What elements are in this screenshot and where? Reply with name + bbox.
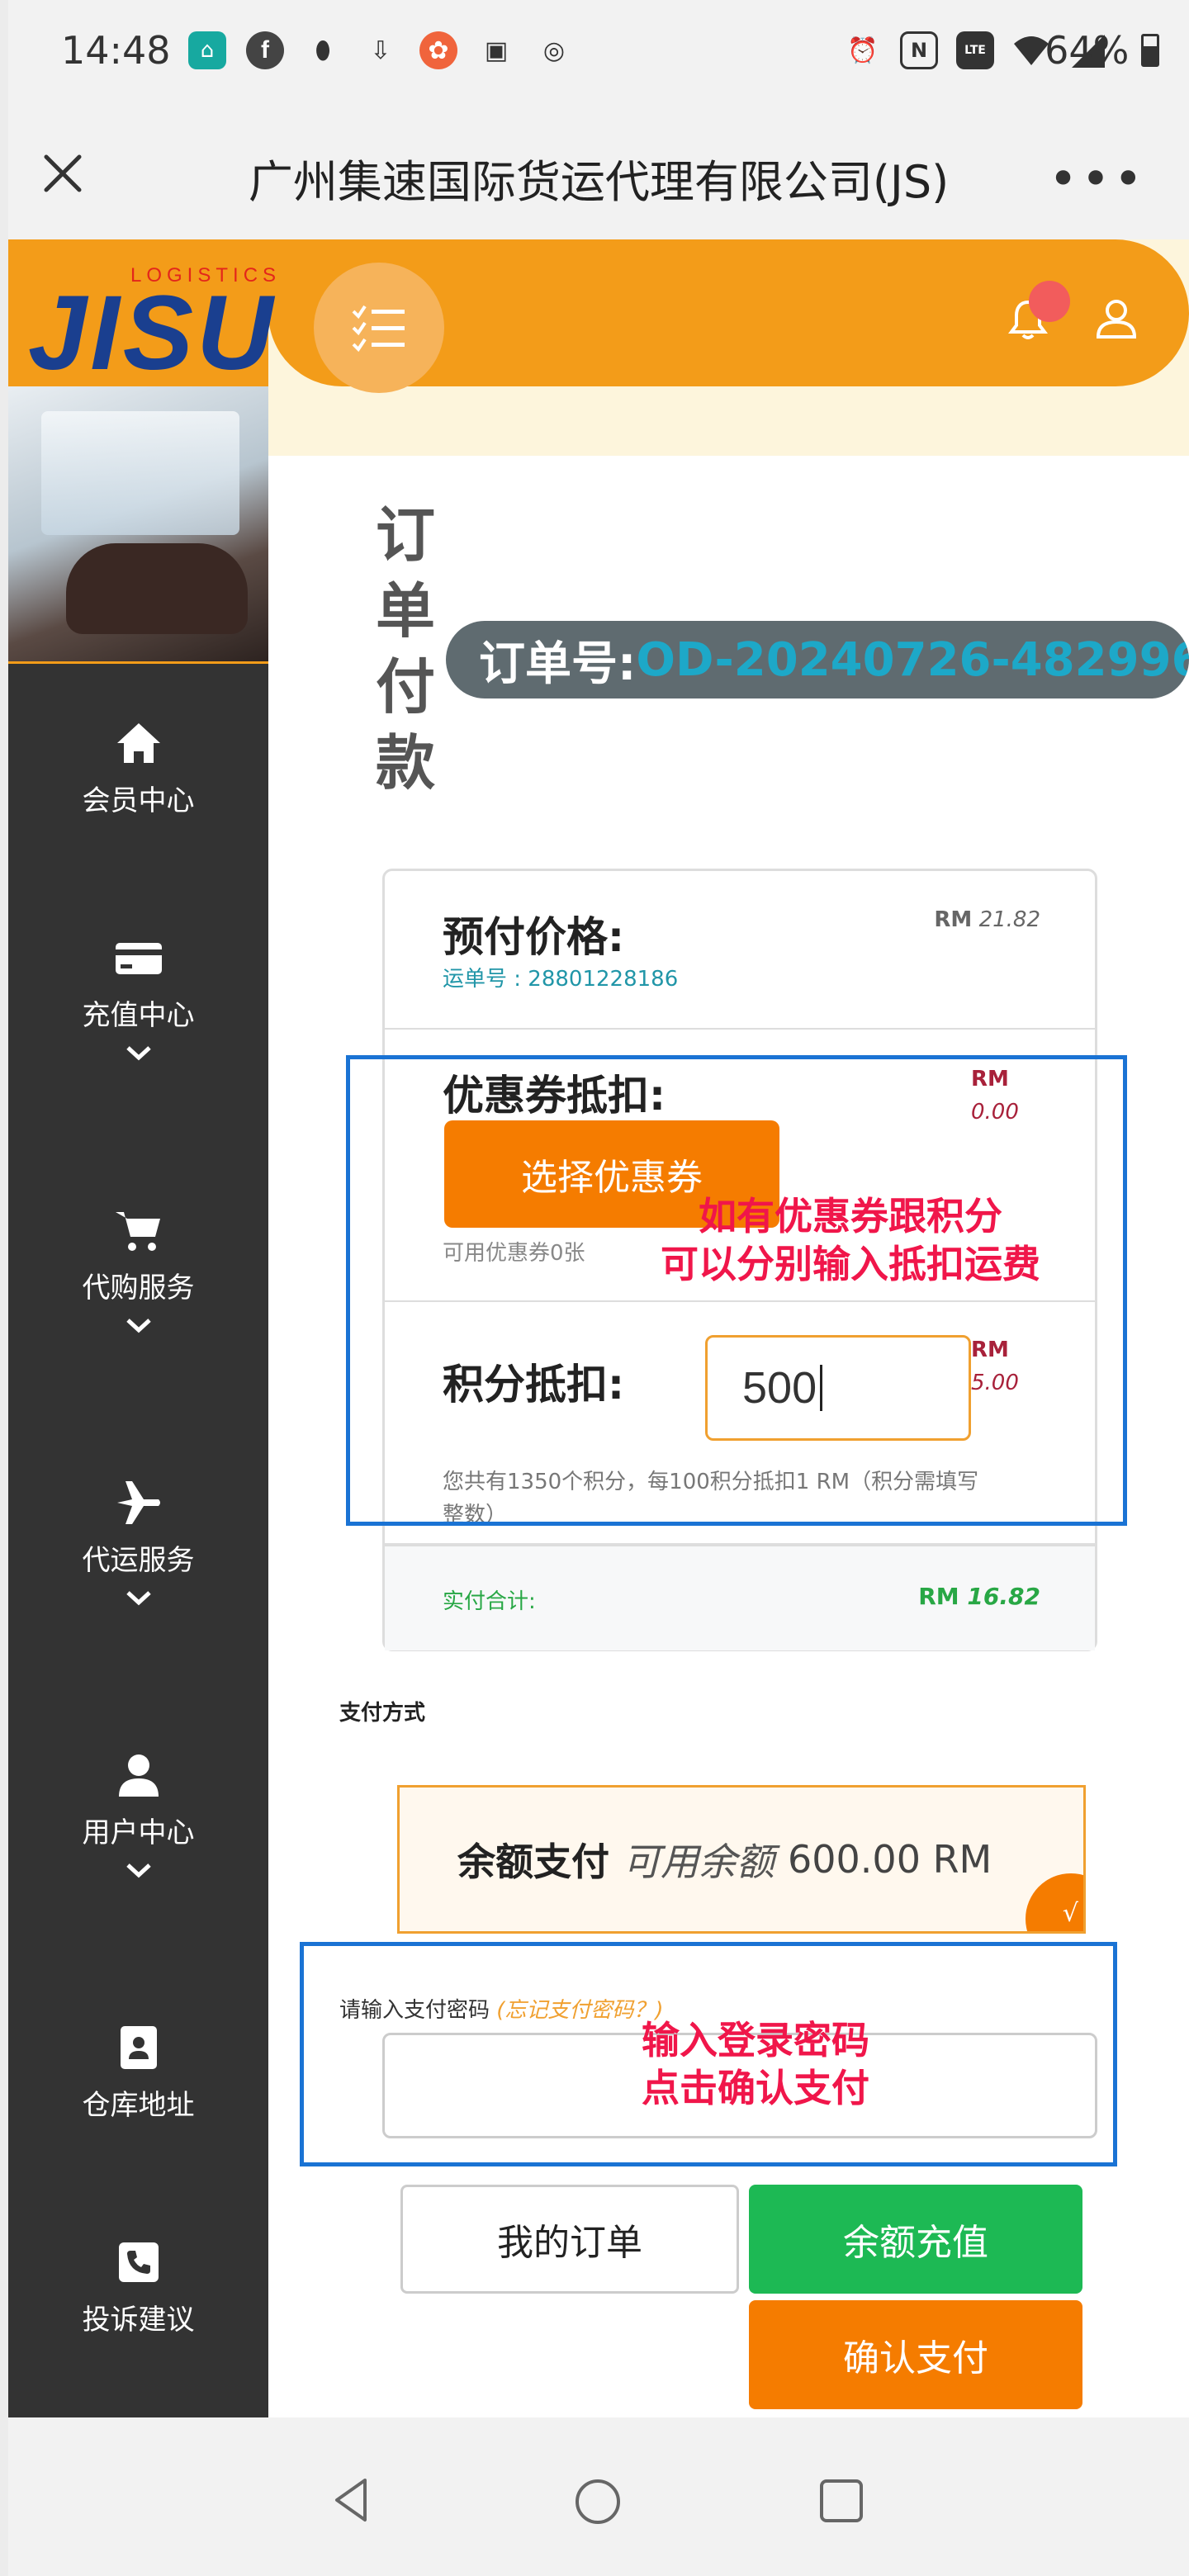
user-icon xyxy=(118,1754,159,1797)
chevron-down-icon xyxy=(126,1591,151,1606)
sidebar-item-user-center[interactable]: 用户中心 xyxy=(8,1750,268,1878)
sidebar: LOGISTICS JISU 会员中心 充值中心 代购服务 代运服务 用户中心 … xyxy=(8,239,276,2417)
banner-image xyxy=(8,386,268,664)
menu-toggle-button[interactable] xyxy=(314,263,444,393)
available-balance-label: 可用余额 xyxy=(623,1840,775,1884)
battery-icon xyxy=(1141,34,1159,67)
waybill-number: 运单号 : 28801228186 xyxy=(443,967,679,992)
main-content: 订单付款 订单号: OD-20240726-482996 预付价格: 运单号 :… xyxy=(268,456,1189,2417)
sidebar-item-label: 代运服务 xyxy=(82,1544,195,1577)
order-number-label: 订单号: xyxy=(479,637,637,691)
logo[interactable]: LOGISTICS JISU xyxy=(8,239,276,392)
phone-icon xyxy=(118,2242,159,2282)
my-orders-button[interactable]: 我的订单 xyxy=(400,2185,739,2294)
logo-text: JISU xyxy=(28,274,277,392)
chevron-down-icon xyxy=(126,1863,151,1878)
order-number-badge: 订单号: OD-20240726-482996 xyxy=(446,621,1189,698)
list-check-icon xyxy=(352,305,405,353)
address-book-icon xyxy=(120,2026,157,2069)
prepay-value: 21.82 xyxy=(978,907,1040,932)
notification-icons: ⌂ f ⬮ ⇩ ✿ ▣ ◎ xyxy=(188,31,573,69)
system-nav-bar xyxy=(8,2417,1189,2576)
total-currency: RM xyxy=(918,1583,959,1610)
total-value: 16.82 xyxy=(967,1583,1040,1610)
page-title: 订单付款 xyxy=(376,500,436,798)
page-window-title: 广州集速国际货运代理有限公司(JS) xyxy=(248,156,950,208)
annotation-line: 如有优惠券跟积分 xyxy=(699,1194,1002,1238)
notification-badge xyxy=(1029,281,1070,322)
sidebar-item-recharge-center[interactable]: 充值中心 xyxy=(8,933,268,1061)
total-amount: RM 16.82 xyxy=(918,1583,1040,1610)
instagram-icon: ◎ xyxy=(542,36,566,65)
total-label: 实付合计: xyxy=(443,1589,536,1614)
payment-method-label: 支付方式 xyxy=(339,1701,426,1726)
annotation-discount-note: 如有优惠券跟积分 可以分别输入抵扣运费 xyxy=(656,1192,1045,1288)
home-circle-icon[interactable] xyxy=(573,2477,623,2526)
volte-icon: LTE xyxy=(956,31,994,69)
cart-icon xyxy=(115,1212,160,1251)
sidebar-item-label: 仓库地址 xyxy=(82,2089,195,2122)
annotation-password-note: 输入登录密码 点击确认支付 xyxy=(615,2016,896,2112)
balance-payment-title: 余额支付 xyxy=(457,1840,609,1884)
prepay-amount: RM 21.82 xyxy=(934,907,1040,932)
annotation-line: 输入登录密码 xyxy=(642,2018,869,2062)
gallery-icon: ▣ xyxy=(484,36,509,65)
order-number-value: OD-20240726-482996 xyxy=(636,632,1189,687)
chevron-down-icon xyxy=(126,1046,151,1061)
sidebar-item-purchase-service[interactable]: 代购服务 xyxy=(8,1205,268,1333)
chevron-down-icon xyxy=(126,1319,151,1333)
annotation-line: 可以分别输入抵扣运费 xyxy=(661,1242,1040,1286)
facebook-icon: f xyxy=(246,31,284,69)
back-icon[interactable] xyxy=(327,2475,377,2525)
recharge-button[interactable]: 余额充值 xyxy=(749,2185,1082,2294)
sidebar-item-label: 充值中心 xyxy=(82,999,195,1032)
battery-indicator: 64% xyxy=(1045,28,1159,73)
more-options-icon[interactable]: ••• xyxy=(1049,150,1146,208)
recent-apps-icon[interactable] xyxy=(817,2477,865,2525)
app-orange-icon: ✿ xyxy=(419,31,457,69)
sidebar-item-label: 投诉建议 xyxy=(82,2304,195,2337)
sidebar-item-member-center[interactable]: 会员中心 xyxy=(8,718,268,818)
prepay-currency: RM xyxy=(934,907,973,932)
location-icon: ⬮ xyxy=(315,36,331,65)
total-row: 实付合计: RM 16.82 xyxy=(385,1545,1095,1650)
title-bar: 广州集速国际货运代理有限公司(JS) ••• xyxy=(8,106,1189,239)
balance-payment-option[interactable]: 余额支付 可用余额 600.00 RM √ xyxy=(397,1785,1086,1934)
annotation-box-discounts xyxy=(346,1055,1127,1526)
sidebar-item-label: 会员中心 xyxy=(82,784,195,817)
annotation-line: 点击确认支付 xyxy=(642,2066,869,2110)
sidebar-item-label: 代购服务 xyxy=(82,1271,195,1305)
home-icon xyxy=(116,723,160,763)
sidebar-item-complaints[interactable]: 投诉建议 xyxy=(8,2237,268,2337)
status-bar: 14:48 ⌂ f ⬮ ⇩ ✿ ▣ ◎ ⏰ N LTE 64% xyxy=(8,0,1189,106)
user-profile-icon[interactable] xyxy=(1093,296,1139,342)
prepay-label: 预付价格: xyxy=(443,913,624,961)
available-balance-amount: 600.00 RM xyxy=(788,1837,992,1882)
sidebar-item-warehouse-address[interactable]: 仓库地址 xyxy=(8,2023,268,2123)
prepay-row: 预付价格: 运单号 : 28801228186 RM 21.82 xyxy=(385,871,1095,1030)
app-icon: ⌂ xyxy=(188,31,226,69)
sidebar-item-label: 用户中心 xyxy=(82,1816,195,1849)
download-icon: ⇩ xyxy=(370,36,391,65)
password-label-text: 请输入支付密码 xyxy=(339,1998,490,2023)
credit-card-icon xyxy=(115,943,162,974)
status-time: 14:48 xyxy=(61,28,171,73)
plane-icon xyxy=(116,1481,160,1524)
confirm-payment-button[interactable]: 确认支付 xyxy=(749,2300,1082,2409)
battery-percent: 64% xyxy=(1045,28,1130,73)
check-icon: √ xyxy=(1062,1899,1078,1928)
nfc-icon: N xyxy=(900,31,938,69)
alarm-icon: ⏰ xyxy=(847,36,879,65)
sidebar-item-shipping-service[interactable]: 代运服务 xyxy=(8,1478,268,1606)
app-frame: 14:48 ⌂ f ⬮ ⇩ ✿ ▣ ◎ ⏰ N LTE 64% 广州集速国际货运… xyxy=(8,0,1189,2576)
